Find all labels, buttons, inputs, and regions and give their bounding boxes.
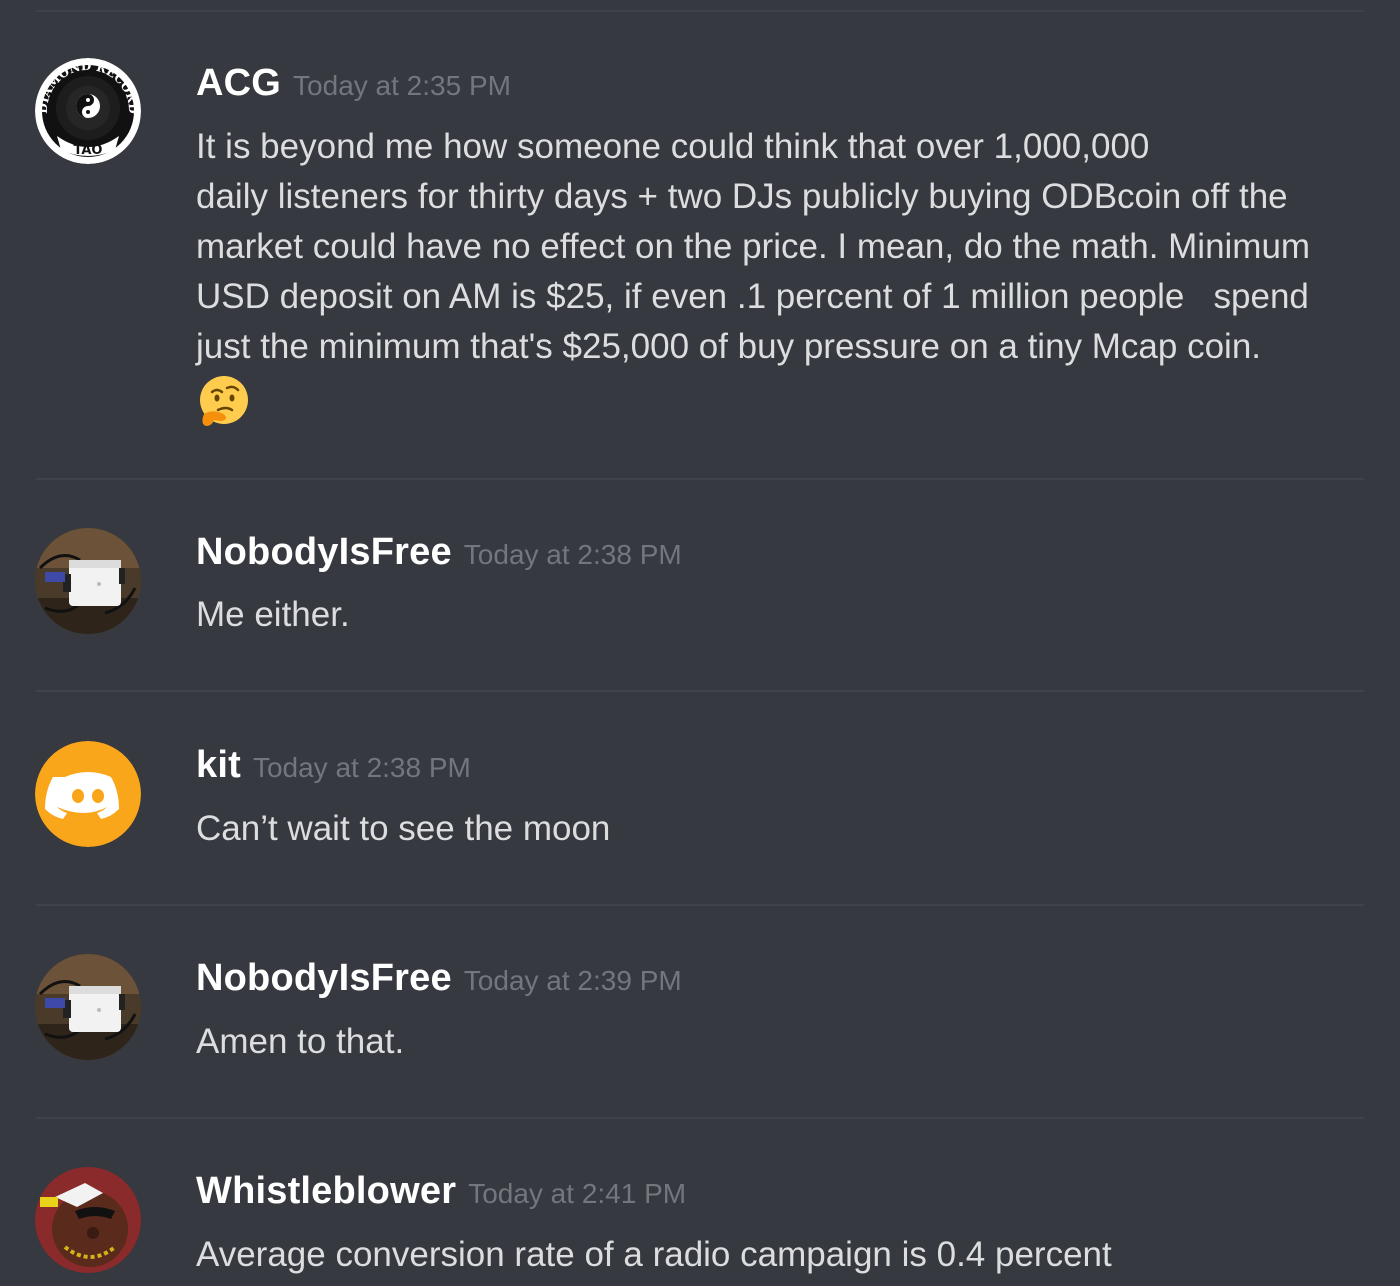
- message-divider: [36, 904, 1364, 906]
- message-line: Can’t wait to see the moon: [196, 809, 611, 848]
- message-line: daily listeners for thirty days + two DJ…: [196, 177, 1288, 216]
- timestamp[interactable]: Today at 2:38 PM: [464, 539, 682, 570]
- message-line: market could have no effect on the price…: [196, 227, 1311, 266]
- username[interactable]: Whistleblower: [196, 1170, 456, 1212]
- avatar[interactable]: [35, 954, 141, 1060]
- message-line: Average conversion rate of a radio campa…: [196, 1235, 1112, 1274]
- discord-logo-icon: [35, 741, 141, 847]
- message-content: Amen to that.: [196, 1017, 1376, 1067]
- svg-text:TAO: TAO: [74, 143, 103, 158]
- thinking-face-icon[interactable]: [196, 374, 252, 430]
- message-line: USD deposit on AM is $25, if even .1 per…: [196, 277, 1309, 316]
- username[interactable]: NobodyIsFree: [196, 957, 452, 999]
- message-content: Me either.: [196, 590, 1376, 640]
- message-divider: [36, 478, 1364, 480]
- message-divider: [36, 1117, 1364, 1119]
- username[interactable]: NobodyIsFree: [196, 531, 452, 573]
- message-content: It is beyond me how someone could think …: [196, 122, 1376, 444]
- timestamp[interactable]: Today at 2:39 PM: [464, 965, 682, 996]
- message-line: It is beyond me how someone could think …: [196, 127, 1150, 166]
- username[interactable]: kit: [196, 744, 241, 786]
- message-line: just the minimum that's $25,000 of buy p…: [196, 327, 1262, 366]
- top-divider: [36, 10, 1364, 12]
- hardware-device-icon: [35, 954, 141, 1060]
- avatar[interactable]: TAO DIAMOND RECORD: [35, 58, 141, 164]
- avatar[interactable]: [35, 528, 141, 634]
- timestamp[interactable]: Today at 2:41 PM: [468, 1178, 686, 1209]
- hardware-device-icon: [35, 528, 141, 634]
- avatar[interactable]: [35, 1167, 141, 1273]
- avatar[interactable]: [35, 741, 141, 847]
- timestamp[interactable]: Today at 2:38 PM: [253, 752, 471, 783]
- cartoon-rapper-icon: [35, 1167, 141, 1273]
- diamond-record-logo-icon: TAO DIAMOND RECORD: [35, 58, 141, 164]
- username[interactable]: ACG: [196, 62, 281, 104]
- message-line: Amen to that.: [196, 1022, 405, 1061]
- message-content: Can’t wait to see the moon: [196, 804, 1376, 854]
- timestamp[interactable]: Today at 2:35 PM: [293, 70, 511, 101]
- message-line: Me either.: [196, 595, 350, 634]
- message-content: Average conversion rate of a radio campa…: [196, 1230, 1376, 1280]
- message-divider: [36, 690, 1364, 692]
